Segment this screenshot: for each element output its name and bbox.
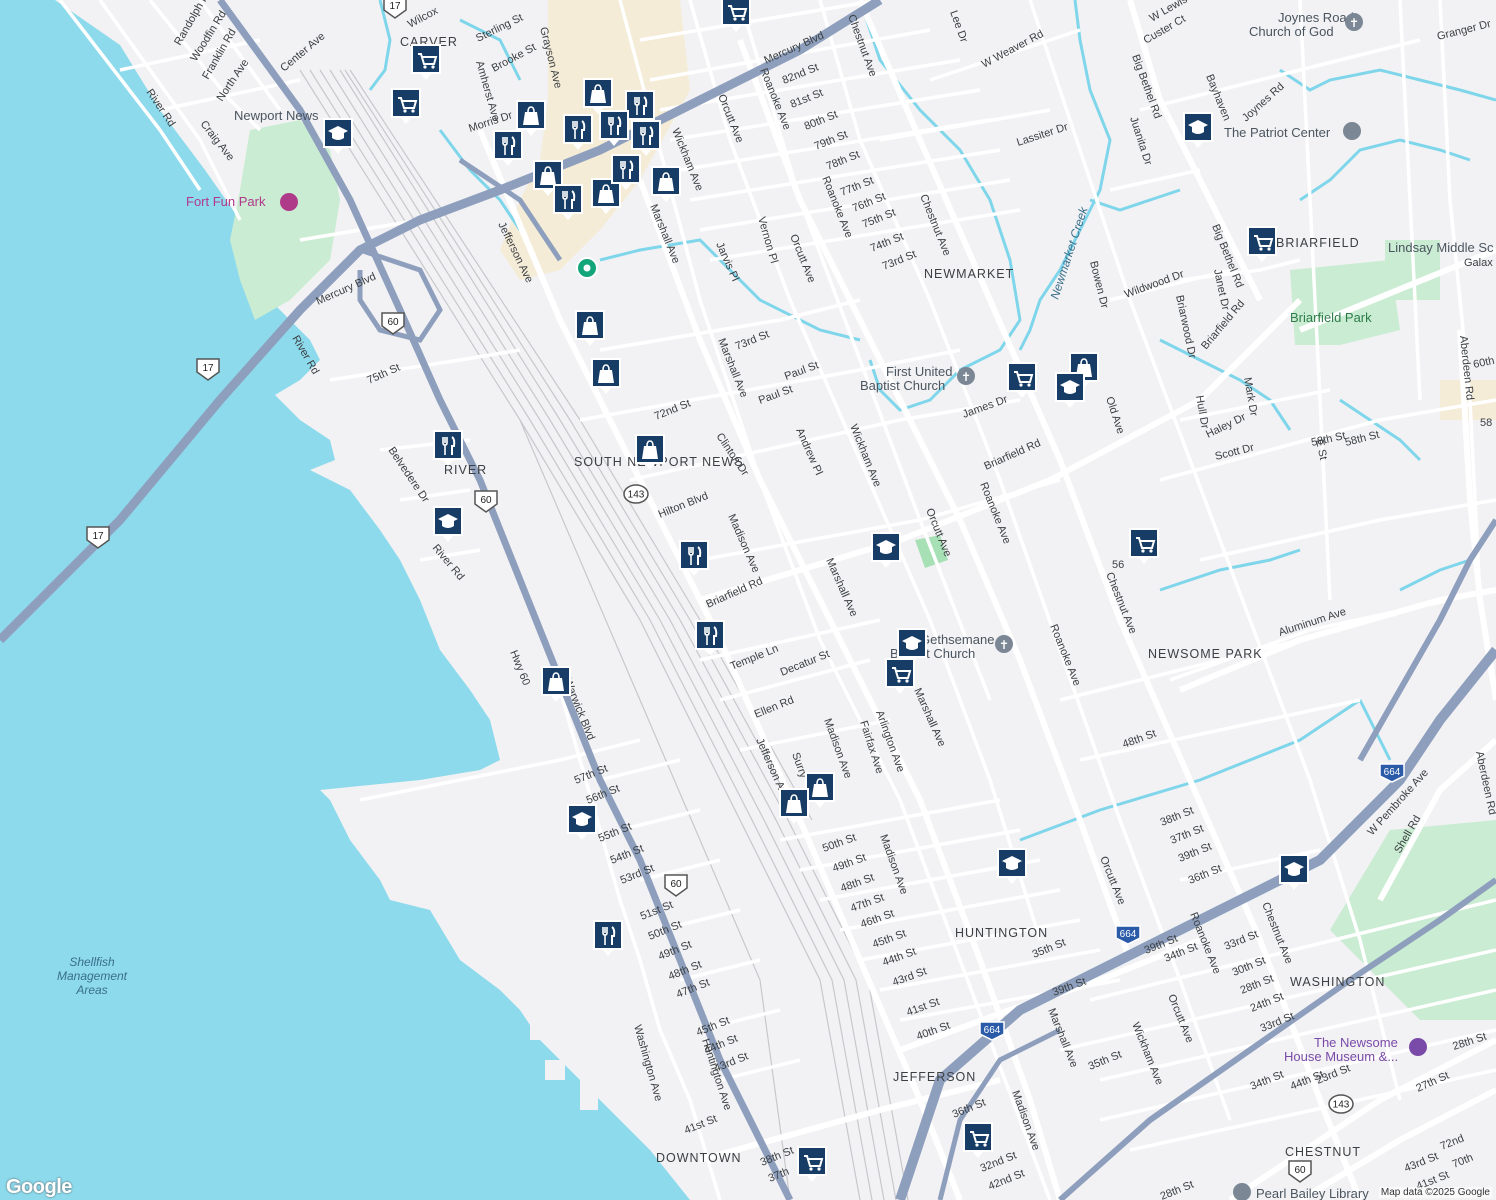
poi-label-newsome-house: The Newsome bbox=[1314, 1035, 1398, 1050]
area-label-chestnut: CHESTNUT bbox=[1285, 1145, 1361, 1159]
shopping-cart-icon-pin[interactable] bbox=[961, 1120, 995, 1158]
map-canvas[interactable]: 17 60 17 17 60 143 60 664 664 664 143 60… bbox=[0, 0, 1496, 1200]
poi-label-patriot-center: The Patriot Center bbox=[1224, 125, 1331, 140]
area-label-briarfield: BRIARFIELD bbox=[1276, 236, 1360, 250]
park-icon-fort-fun bbox=[280, 193, 298, 211]
route-shield-60-d: 60 bbox=[1294, 1165, 1306, 1176]
poi-label-church-of-god: Church of God bbox=[1249, 24, 1334, 39]
school-icon-pin[interactable] bbox=[995, 846, 1029, 884]
school-icon-pin[interactable] bbox=[1181, 110, 1215, 148]
shopping-cart-icon-pin[interactable] bbox=[1127, 526, 1161, 564]
shopping-cart-icon-pin[interactable] bbox=[719, 0, 753, 32]
shopping-bag-icon-pin[interactable] bbox=[573, 308, 607, 346]
svg-text:✝: ✝ bbox=[961, 370, 971, 384]
school-icon-pin[interactable] bbox=[1053, 370, 1087, 408]
shopping-cart-icon-pin[interactable] bbox=[1005, 360, 1039, 398]
poi-label-lindsay-middle: Lindsay Middle Sc bbox=[1388, 240, 1494, 255]
route-shield-143-a: 143 bbox=[628, 490, 645, 501]
shopping-bag-icon-pin[interactable] bbox=[777, 786, 811, 824]
water-label-management: Management bbox=[57, 969, 128, 983]
restaurant-icon-pin[interactable] bbox=[609, 152, 643, 190]
restaurant-icon-pin[interactable] bbox=[677, 538, 711, 576]
area-label-huntington: HUNTINGTON bbox=[955, 926, 1048, 940]
area-label-newmarket: NEWMARKET bbox=[924, 267, 1014, 281]
restaurant-icon-pin[interactable] bbox=[693, 618, 727, 656]
poi-label-fort-fun-park: Fort Fun Park bbox=[186, 194, 266, 209]
school-icon-pin[interactable] bbox=[321, 116, 355, 154]
poi-label-first-united: First United bbox=[886, 364, 952, 379]
route-shield-17-c: 17 bbox=[92, 531, 104, 542]
restaurant-icon-pin[interactable] bbox=[551, 182, 585, 220]
poi-label-newport-news: Newport News bbox=[234, 108, 319, 123]
route-shield-60-c: 60 bbox=[670, 879, 682, 890]
route-shield-664-c: 664 bbox=[1384, 767, 1401, 778]
shopping-cart-icon-pin[interactable] bbox=[795, 1144, 829, 1182]
route-shield-60-b: 60 bbox=[480, 495, 492, 506]
route-shield-664-a: 664 bbox=[1120, 929, 1137, 940]
poi-label-gethsemane: Gethsemane bbox=[920, 632, 994, 647]
route-shield-664-b: 664 bbox=[984, 1025, 1001, 1036]
restaurant-icon-pin[interactable] bbox=[597, 108, 631, 146]
map-attribution[interactable]: Map data ©2025 Google bbox=[1378, 1187, 1492, 1198]
poi-label-briarfield-park: Briarfield Park bbox=[1290, 310, 1372, 325]
poi-label-pearl-bailey: Pearl Bailey Library bbox=[1256, 1186, 1369, 1200]
shopping-cart-icon-pin[interactable] bbox=[1245, 224, 1279, 262]
svg-text:✝: ✝ bbox=[1349, 16, 1359, 30]
shopping-bag-icon-pin[interactable] bbox=[539, 664, 573, 702]
poi-label-joynes-road: Joynes Road bbox=[1278, 10, 1354, 25]
school-icon-pin[interactable] bbox=[431, 504, 465, 542]
route-shield-17-b: 17 bbox=[202, 363, 214, 374]
area-label-downtown: DOWNTOWN bbox=[656, 1151, 742, 1165]
google-logo: Google bbox=[6, 1176, 72, 1199]
restaurant-icon-pin[interactable] bbox=[629, 118, 663, 156]
shopping-bag-icon-pin[interactable] bbox=[581, 76, 615, 114]
shopping-bag-icon-pin[interactable] bbox=[633, 432, 667, 470]
area-label-jefferson: JEFFERSON bbox=[893, 1070, 976, 1084]
area-label-washington: WASHINGTON bbox=[1290, 975, 1385, 989]
poi-label-baptist-church-a: Baptist Church bbox=[860, 378, 945, 393]
poi-label-museum: House Museum &... bbox=[1284, 1049, 1398, 1064]
school-icon-pin[interactable] bbox=[869, 530, 903, 568]
shopping-cart-icon-pin[interactable] bbox=[883, 656, 917, 694]
google-logo-text: Google bbox=[6, 1176, 72, 1198]
street-label: 58 bbox=[1480, 417, 1492, 429]
restaurant-icon-pin[interactable] bbox=[591, 918, 625, 956]
restaurant-icon-pin[interactable] bbox=[491, 128, 525, 166]
water-label-shellfish: Shellfish bbox=[69, 955, 115, 969]
route-shield-17-a: 17 bbox=[389, 1, 401, 12]
route-shield-60-a: 60 bbox=[387, 317, 399, 328]
shopping-bag-icon-pin[interactable] bbox=[589, 356, 623, 394]
shopping-cart-icon-pin[interactable] bbox=[409, 42, 443, 80]
shopping-cart-icon-pin[interactable] bbox=[389, 86, 423, 124]
svg-text:✝: ✝ bbox=[999, 638, 1009, 652]
school-icon-patriot-center bbox=[1343, 122, 1361, 140]
restaurant-icon-pin[interactable] bbox=[431, 428, 465, 466]
map-base: 17 60 17 17 60 143 60 664 664 664 143 60… bbox=[0, 0, 1496, 1200]
shopping-bag-icon-pin[interactable] bbox=[649, 164, 683, 202]
poi-label-galax: Galax St bbox=[1464, 257, 1496, 269]
school-icon-pin[interactable] bbox=[565, 802, 599, 840]
museum-icon-newsome bbox=[1409, 1038, 1427, 1056]
restaurant-icon-pin[interactable] bbox=[561, 112, 595, 150]
water-label-areas: Areas bbox=[75, 983, 107, 997]
street-label: 56 bbox=[1112, 559, 1124, 571]
route-shield-143-b: 143 bbox=[1333, 1100, 1350, 1111]
school-icon-pin[interactable] bbox=[1277, 852, 1311, 890]
area-label-newsome-park: NEWSOME PARK bbox=[1148, 647, 1263, 661]
